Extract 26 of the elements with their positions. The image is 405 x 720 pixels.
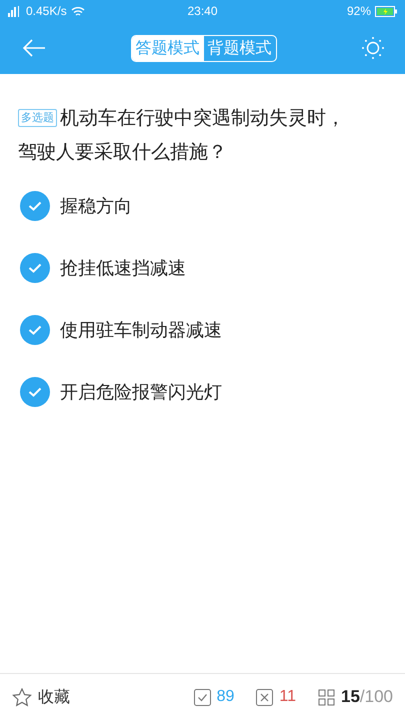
star-icon[interactable] — [12, 688, 32, 706]
favorite-label[interactable]: 收藏 — [38, 686, 70, 708]
battery-percent: 92% — [346, 4, 372, 18]
wifi-icon — [70, 6, 85, 16]
network-speed: 0.45K/s — [26, 4, 67, 18]
option-checkbox[interactable] — [20, 377, 50, 407]
cross-box-icon — [256, 688, 274, 706]
progress-counter: 15/100 — [340, 687, 393, 707]
checkbox-icon — [194, 688, 211, 706]
back-icon[interactable] — [22, 39, 46, 57]
question-text: 多选题 机动车在行驶中突遇制动失灵时，驾驶人要采取什么措施？ — [17, 106, 346, 165]
clock: 23:40 — [186, 4, 219, 18]
option-text[interactable]: 抢挂低速挡减速 — [60, 256, 186, 280]
correct-count: 89 — [216, 688, 234, 706]
option-checkbox[interactable] — [20, 253, 50, 283]
option-checkbox[interactable] — [20, 191, 50, 221]
battery-icon — [375, 6, 398, 16]
option-text[interactable]: 使用驻车制动器减速 — [60, 318, 222, 342]
grid-icon[interactable] — [318, 688, 335, 706]
signal-icon — [8, 6, 22, 16]
option-text[interactable]: 握稳方向 — [60, 194, 132, 218]
option-checkbox[interactable] — [20, 315, 50, 345]
brightness-icon[interactable] — [361, 36, 385, 60]
question-type-tag: 多选题 — [18, 109, 57, 127]
wrong-count: 11 — [279, 688, 296, 706]
option-text[interactable]: 开启危险报警闪光灯 — [60, 380, 222, 404]
